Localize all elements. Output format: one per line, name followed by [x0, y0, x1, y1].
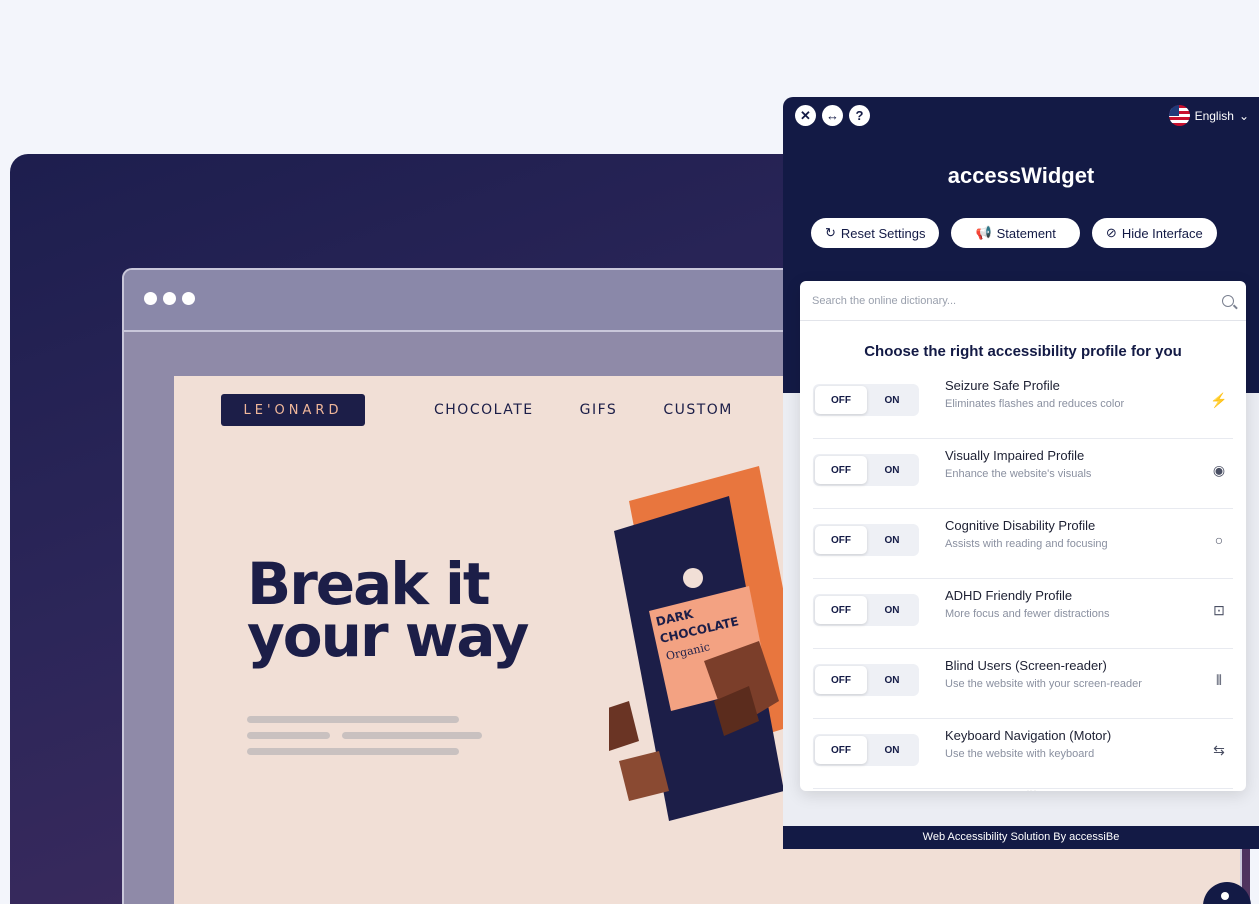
profile-toggle[interactable]: OFF ON — [813, 734, 919, 766]
toggle-on[interactable]: ON — [867, 535, 917, 546]
site-nav: CHOCOLATE GIFS CUSTOM — [434, 402, 733, 418]
close-icon[interactable]: ✕ — [795, 105, 816, 126]
profile-name: Blind Users (Screen-reader) — [945, 658, 1107, 673]
profile-toggle[interactable]: OFF ON — [813, 524, 919, 556]
widget-title: accessWidget — [947, 163, 1095, 188]
widget-footer: Web Accessibility Solution By accessiBe — [783, 826, 1259, 849]
hero-heading: Break it your way — [247, 555, 529, 670]
circle-icon: ○ — [1214, 532, 1224, 548]
profile-visually-impaired: OFF ON Visually Impaired Profile Enhance… — [813, 439, 1233, 509]
profile-name: Visually Impaired Profile — [945, 448, 1085, 463]
search-input[interactable] — [812, 294, 1192, 307]
refresh-icon: ↻ — [825, 225, 836, 240]
profile-adhd-friendly: OFF ON ADHD Friendly Profile More focus … — [813, 579, 1233, 649]
window-dots — [144, 292, 195, 305]
window-dot — [182, 292, 195, 305]
help-icon[interactable]: ? — [849, 105, 870, 126]
chocolate-bar-image: DARK CHOCOLATE Organic — [609, 466, 809, 821]
toggle-off[interactable]: OFF — [815, 526, 867, 554]
nav-item-gifs[interactable]: GIFS — [580, 402, 618, 418]
profile-seizure-safe: OFF ON Seizure Safe Profile Eliminates f… — [813, 369, 1233, 439]
profiles-heading: Choose the right accessibility profile f… — [864, 343, 1182, 360]
megaphone-icon: 📢 — [975, 225, 992, 240]
window-dot — [163, 292, 176, 305]
reset-settings-label: Reset Settings — [840, 225, 926, 241]
profile-name: Keyboard Navigation (Motor) — [945, 728, 1112, 743]
toggle-off[interactable]: OFF — [815, 736, 867, 764]
statement-button[interactable]: 📢 Statement — [951, 218, 1080, 248]
toggle-on[interactable]: ON — [867, 395, 917, 406]
profile-toggle[interactable]: OFF ON — [813, 594, 919, 626]
dictionary-search — [800, 281, 1246, 321]
profile-description: More focus and fewer distractions — [945, 608, 1110, 620]
flash-off-icon: ⚡ — [1210, 391, 1228, 408]
profile-blind-users: OFF ON Blind Users (Screen-reader) Use t… — [813, 649, 1233, 719]
profiles-list: OFF ON Seizure Safe Profile Eliminates f… — [813, 369, 1233, 791]
language-label: English — [1194, 108, 1234, 123]
toggle-off[interactable]: OFF — [815, 596, 867, 624]
placeholder-text-lines — [247, 716, 482, 764]
profile-keyboard-navigation: OFF ON Keyboard Navigation (Motor) Use t… — [813, 719, 1233, 789]
toggle-on[interactable]: ON — [867, 675, 917, 686]
profile-toggle[interactable]: OFF ON — [813, 384, 919, 416]
text-line — [247, 732, 330, 739]
eye-off-icon: ⊘ — [1105, 225, 1117, 240]
toggle-off[interactable]: OFF — [815, 666, 867, 694]
profile-cognitive-disability: OFF ON Cognitive Disability Profile Assi… — [813, 509, 1233, 579]
hide-interface-label: Hide Interface — [1121, 225, 1203, 241]
toggle-on[interactable]: ON — [867, 605, 917, 616]
toggle-on[interactable]: ON — [867, 745, 917, 756]
profile-name: ADHD Friendly Profile — [945, 588, 1073, 603]
resize-icon[interactable]: ↔ — [822, 105, 843, 126]
text-line-row — [247, 732, 482, 748]
profiles-card: Choose the right accessibility profile f… — [800, 281, 1246, 791]
text-line — [342, 732, 482, 739]
focus-icon: ⊡ — [1213, 601, 1225, 618]
widget-header-controls: ✕ ↔ ? — [795, 105, 870, 126]
statement-label: Statement — [996, 225, 1056, 241]
site-logo[interactable]: LE'ONARD — [221, 394, 365, 426]
profile-name: Seizure Safe Profile — [945, 378, 1060, 393]
profile-description: Eliminates flashes and reduces color — [945, 398, 1125, 410]
toggle-off[interactable]: OFF — [815, 456, 867, 484]
nav-item-chocolate[interactable]: CHOCOLATE — [434, 402, 534, 418]
nav-item-custom[interactable]: CUSTOM — [663, 402, 733, 418]
language-selector[interactable]: English ⌄ — [1168, 105, 1249, 126]
profile-description: Assists with reading and focusing — [945, 538, 1108, 550]
chevron-down-icon: ⌄ — [1238, 108, 1249, 123]
us-flag-icon — [1168, 105, 1190, 126]
text-line — [247, 748, 459, 755]
hide-interface-button[interactable]: ⊘ Hide Interface — [1091, 218, 1217, 248]
eye-icon: ◉ — [1212, 461, 1226, 478]
profile-description: Use the website with keyboard — [945, 748, 1095, 760]
window-dot — [144, 292, 157, 305]
hero-line-2: your way — [247, 602, 529, 670]
profile-toggle[interactable]: OFF ON — [813, 664, 919, 696]
text-line — [247, 716, 459, 723]
profile-name: Cognitive Disability Profile — [945, 518, 1096, 533]
arrows-icon: ⇆ — [1213, 741, 1225, 758]
accessibility-widget: ✕ ↔ ? English ⌄ accessWidget ↻ Reset Set… — [783, 97, 1259, 849]
search-icon[interactable] — [1222, 294, 1234, 307]
toggle-on[interactable]: ON — [867, 465, 917, 476]
audio-icon: ⦀ — [1215, 671, 1223, 688]
profile-toggle[interactable]: OFF ON — [813, 454, 919, 486]
link-icon: ⛓ — [1019, 790, 1047, 791]
profile-description: Use the website with your screen-reader — [945, 678, 1142, 690]
toggle-off[interactable]: OFF — [815, 386, 867, 414]
widget-actions: ↻ Reset Settings 📢 Statement ⊘ Hide Inte… — [811, 218, 1217, 248]
reset-settings-button[interactable]: ↻ Reset Settings — [811, 218, 940, 248]
profile-description: Enhance the website's visuals — [945, 468, 1092, 480]
